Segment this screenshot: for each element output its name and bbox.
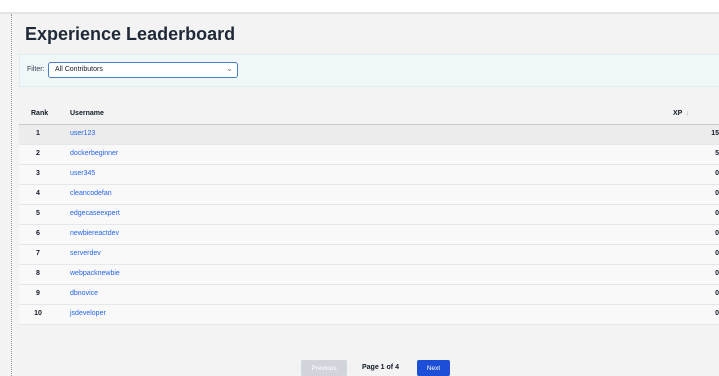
rank-cell: 5	[36, 210, 40, 217]
rank-cell: 2	[36, 150, 40, 157]
column-header-rank: Rank	[31, 110, 49, 117]
rank-cell: 1	[36, 130, 40, 137]
table-row: 6 newbiereactdev 0	[19, 225, 719, 245]
table-row: 9 dbnovice 0	[19, 285, 719, 305]
page-indicator: Page 1 of 4	[362, 364, 399, 371]
rank-cell: 7	[36, 250, 40, 257]
table-row: 8 webpacknewbie 0	[19, 265, 719, 285]
table-row: 1 user123 15	[19, 125, 719, 145]
leaderboard-table: Rank Username XP ↓ 1 user123 15 2 dockerbegin…	[19, 105, 719, 325]
chevron-down-icon: ⌄	[226, 64, 233, 73]
page-title: Experience Leaderboard	[25, 24, 236, 44]
username-link[interactable]: dockerbeginner	[70, 150, 118, 157]
xp-cell: 0	[715, 310, 719, 317]
username-link[interactable]: user123	[70, 130, 95, 137]
filter-select[interactable]: All Contributors ⌄	[48, 62, 238, 78]
pagination: Previous Page 1 of 4 Next	[12, 360, 719, 376]
rank-cell: 3	[36, 170, 40, 177]
rank-cell: 9	[36, 290, 40, 297]
username-link[interactable]: edgecaseexpert	[70, 210, 120, 217]
sort-descending-icon: ↓	[685, 110, 689, 117]
xp-cell: 0	[715, 210, 719, 217]
xp-cell: 0	[715, 190, 719, 197]
table-row: 7 serverdev 0	[19, 245, 719, 265]
xp-cell: 0	[715, 170, 719, 177]
column-header-xp-label: XP	[673, 110, 683, 117]
username-link[interactable]: newbiereactdev	[70, 230, 119, 237]
next-page-button[interactable]: Next	[417, 360, 450, 376]
table-row: 2 dockerbeginner 5	[19, 145, 719, 165]
leaderboard-page: Experience Leaderboard Filter: All Contr…	[12, 14, 719, 376]
rank-cell: 8	[36, 270, 40, 277]
previous-page-button[interactable]: Previous	[301, 360, 347, 376]
table-row: 5 edgecaseexpert 0	[19, 205, 719, 225]
xp-cell: 15	[711, 130, 719, 137]
username-link[interactable]: cleancodefan	[70, 190, 112, 197]
filter-bar: Filter: All Contributors ⌄	[19, 54, 719, 87]
rank-cell: 10	[34, 310, 42, 317]
rank-cell: 6	[36, 230, 40, 237]
username-link[interactable]: user345	[70, 170, 95, 177]
username-link[interactable]: dbnovice	[70, 290, 98, 297]
table-row: 3 user345 0	[19, 165, 719, 185]
filter-select-value: All Contributors	[55, 66, 103, 73]
xp-cell: 0	[715, 270, 719, 277]
username-link[interactable]: serverdev	[70, 250, 101, 257]
filter-label: Filter:	[27, 66, 45, 73]
column-header-username: Username	[70, 110, 104, 117]
rank-cell: 4	[36, 190, 40, 197]
table-header: Rank Username XP ↓	[19, 105, 719, 125]
table-row: 4 cleancodefan 0	[19, 185, 719, 205]
username-link[interactable]: webpacknewbie	[70, 270, 120, 277]
table-body: 1 user123 15 2 dockerbeginner 5 3 user345 0 4 clea…	[19, 125, 719, 325]
xp-cell: 0	[715, 290, 719, 297]
xp-cell: 5	[715, 150, 719, 157]
username-link[interactable]: jsdeveloper	[70, 310, 106, 317]
column-header-xp[interactable]: XP ↓	[673, 110, 689, 117]
xp-cell: 0	[715, 250, 719, 257]
table-row: 10 jsdeveloper 0	[19, 305, 719, 325]
xp-cell: 0	[715, 230, 719, 237]
